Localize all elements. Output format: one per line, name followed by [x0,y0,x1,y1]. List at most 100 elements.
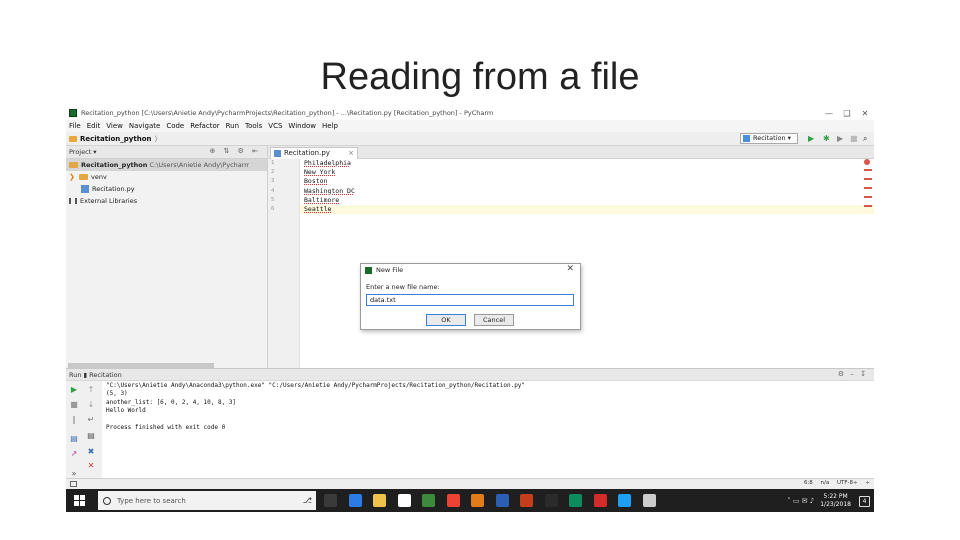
error-mark[interactable] [864,187,872,189]
breadcrumb-project[interactable]: Recitation_python [80,135,152,143]
folder-icon [79,174,88,180]
console-line: another_list: [6, 0, 2, 4, 10, 8, 3] [106,398,237,406]
taskbar-app-icon[interactable] [593,494,607,507]
tray-icons[interactable]: ˄ ▭ ✉ ♪ [787,497,814,505]
search-icon[interactable]: ⌕ [863,134,867,144]
code-line-text: Boston [304,177,328,186]
taskbar-app-icon[interactable] [569,494,582,507]
run-tab-label[interactable]: Run ▮ Recitation [69,371,122,379]
maximize-icon[interactable]: ❑ [838,109,856,118]
taskbar-clock[interactable]: 5:22 PM 1/23/2018 [820,493,851,509]
folder-icon [69,135,77,142]
project-panel-controls[interactable]: ⊕ ⇅ ⚙ ⇤ [209,147,261,155]
taskbar-app-icon[interactable] [348,494,362,507]
dialog-close-icon[interactable]: ✕ [566,264,574,274]
cancel-button[interactable]: Cancel [474,314,514,326]
dialog-title: New File [376,266,404,274]
stop-icon[interactable]: ■ [69,400,79,410]
tab-close-icon[interactable]: × [348,148,354,159]
taskbar-app-icon[interactable] [324,494,337,507]
stop-icon[interactable]: ■ [850,134,858,144]
tree-item-external-libraries[interactable]: External Libraries [66,195,267,207]
menu-help[interactable]: Help [322,122,338,130]
run-configuration-label: Recitation ▾ [753,134,791,142]
tree-item-venv[interactable]: ❯ venv [66,171,267,183]
scroll-down-icon[interactable]: ↓ [86,400,96,410]
taskbar-app-icon[interactable] [520,494,533,507]
taskbar-app-icon[interactable] [618,494,631,507]
menu-tools[interactable]: Tools [245,122,262,130]
run-panel-controls[interactable]: ⚙ – ↧ [838,370,868,378]
error-mark[interactable] [864,169,872,171]
coverage-icon[interactable]: ▶ [837,134,843,144]
menu-run[interactable]: Run [226,122,239,130]
taskbar-app-icon[interactable] [642,494,656,507]
dialog-prompt: Enter a new file name: [366,283,440,291]
taskbar-app-icon[interactable] [544,494,558,507]
code-text-area[interactable]: Philadelphia New York Boston Washington … [300,159,874,215]
code-line-current: Seattle [300,204,874,215]
layout-icon[interactable]: ▤ [69,434,79,444]
error-mark[interactable] [864,196,872,198]
error-stripe[interactable] [864,159,874,214]
debug-icon[interactable]: ✱ [823,134,830,144]
notifications-icon[interactable]: 4 [859,495,870,507]
taskbar-app-icon[interactable] [397,494,411,507]
run-configuration-select[interactable]: Recitation ▾ [740,133,798,144]
menu-file[interactable]: File [69,122,81,130]
status-items[interactable]: 6:8 n/a UTF-8÷ ÷ [804,480,870,486]
tree-root-project[interactable]: Recitation_python C:\Users\Anietie Andy\… [66,159,267,171]
taskbar-app-icon[interactable] [446,494,460,507]
run-icon[interactable]: ▶ [808,134,814,144]
menu-navigate[interactable]: Navigate [129,122,160,130]
error-mark[interactable] [864,178,872,180]
code-line: Boston [300,177,874,186]
taskbar-app-icon[interactable] [422,494,435,507]
tree-root-path: C:\Users\Anietie Andy\PycharmProjects\Re… [149,161,250,169]
tree-item-libs-label: External Libraries [80,197,138,205]
rerun-icon[interactable]: ▶ [69,385,79,395]
ok-button[interactable]: OK [426,314,466,326]
taskbar-search-box[interactable]: Type here to search ⎇ [98,491,316,510]
pause-icon[interactable]: ‖ [69,415,79,425]
close-run-icon[interactable]: ✕ [86,461,96,471]
project-view-select[interactable]: Project ▾ [69,148,97,156]
scroll-up-icon[interactable]: ↑ [86,385,96,395]
error-mark[interactable] [864,205,872,207]
microphone-icon[interactable]: ⎇ [303,496,312,505]
menu-edit[interactable]: Edit [87,122,101,130]
windows-start-icon[interactable] [74,495,85,506]
menu-vcs[interactable]: VCS [268,122,282,130]
editor-tab-bar: Recitation.py × [268,146,874,159]
dialog-titlebar: New File ✕ [361,264,580,276]
taskbar-app-icon[interactable] [495,494,509,507]
line-number: 1 [271,160,275,166]
menu-view[interactable]: View [106,122,123,130]
tree-item-recitation-py[interactable]: Recitation.py [66,183,267,195]
window-titlebar: Recitation_python [C:\Users\Anietie Andy… [66,106,874,120]
run-console-output[interactable]: "C:\Users\Anietie Andy\Anaconda3\python.… [106,382,866,432]
pin-icon[interactable]: ↗ [69,449,79,459]
minimize-icon[interactable]: — [820,109,838,118]
file-name-input[interactable]: data.txt [366,294,574,306]
menu-refactor[interactable]: Refactor [190,122,219,130]
slide-title: Reading from a file [320,56,640,98]
print-icon[interactable]: ▤ [86,431,96,441]
code-line: New York [300,168,874,177]
tool-windows-icon[interactable] [70,481,77,487]
taskbar-app-icon[interactable] [373,494,386,507]
close-icon[interactable]: ✕ [856,109,874,118]
tab-recitation-py[interactable]: Recitation.py × [270,147,358,159]
code-line: Washington DC [300,187,874,196]
code-line: Philadelphia [300,159,874,168]
new-file-dialog: New File ✕ Enter a new file name: data.t… [360,263,581,330]
pycharm-screenshot: Recitation_python [C:\Users\Anietie Andy… [66,106,874,512]
clear-all-icon[interactable]: ✖ [86,447,96,457]
taskbar-app-icon[interactable] [471,494,484,507]
code-line-text: Baltimore [304,195,340,204]
menu-window[interactable]: Window [288,122,316,130]
code-editor: Recitation.py × 1 2 3 4 5 6 Philadelphia… [268,146,874,368]
menu-code[interactable]: Code [166,122,184,130]
expand-arrow-icon[interactable]: ❯ [69,173,77,181]
soft-wrap-icon[interactable]: ↵ [86,415,96,425]
